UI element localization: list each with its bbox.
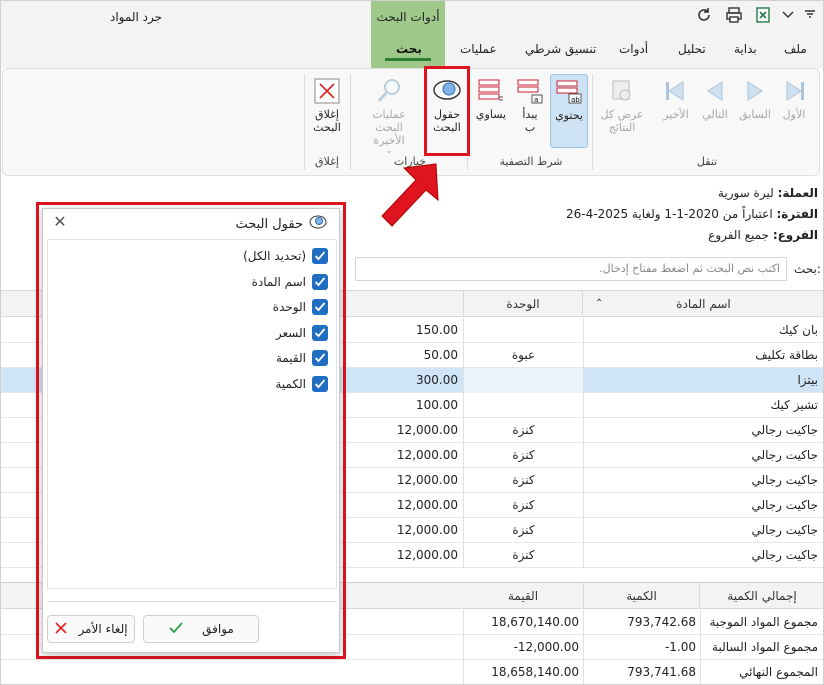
window-border	[0, 0, 824, 685]
